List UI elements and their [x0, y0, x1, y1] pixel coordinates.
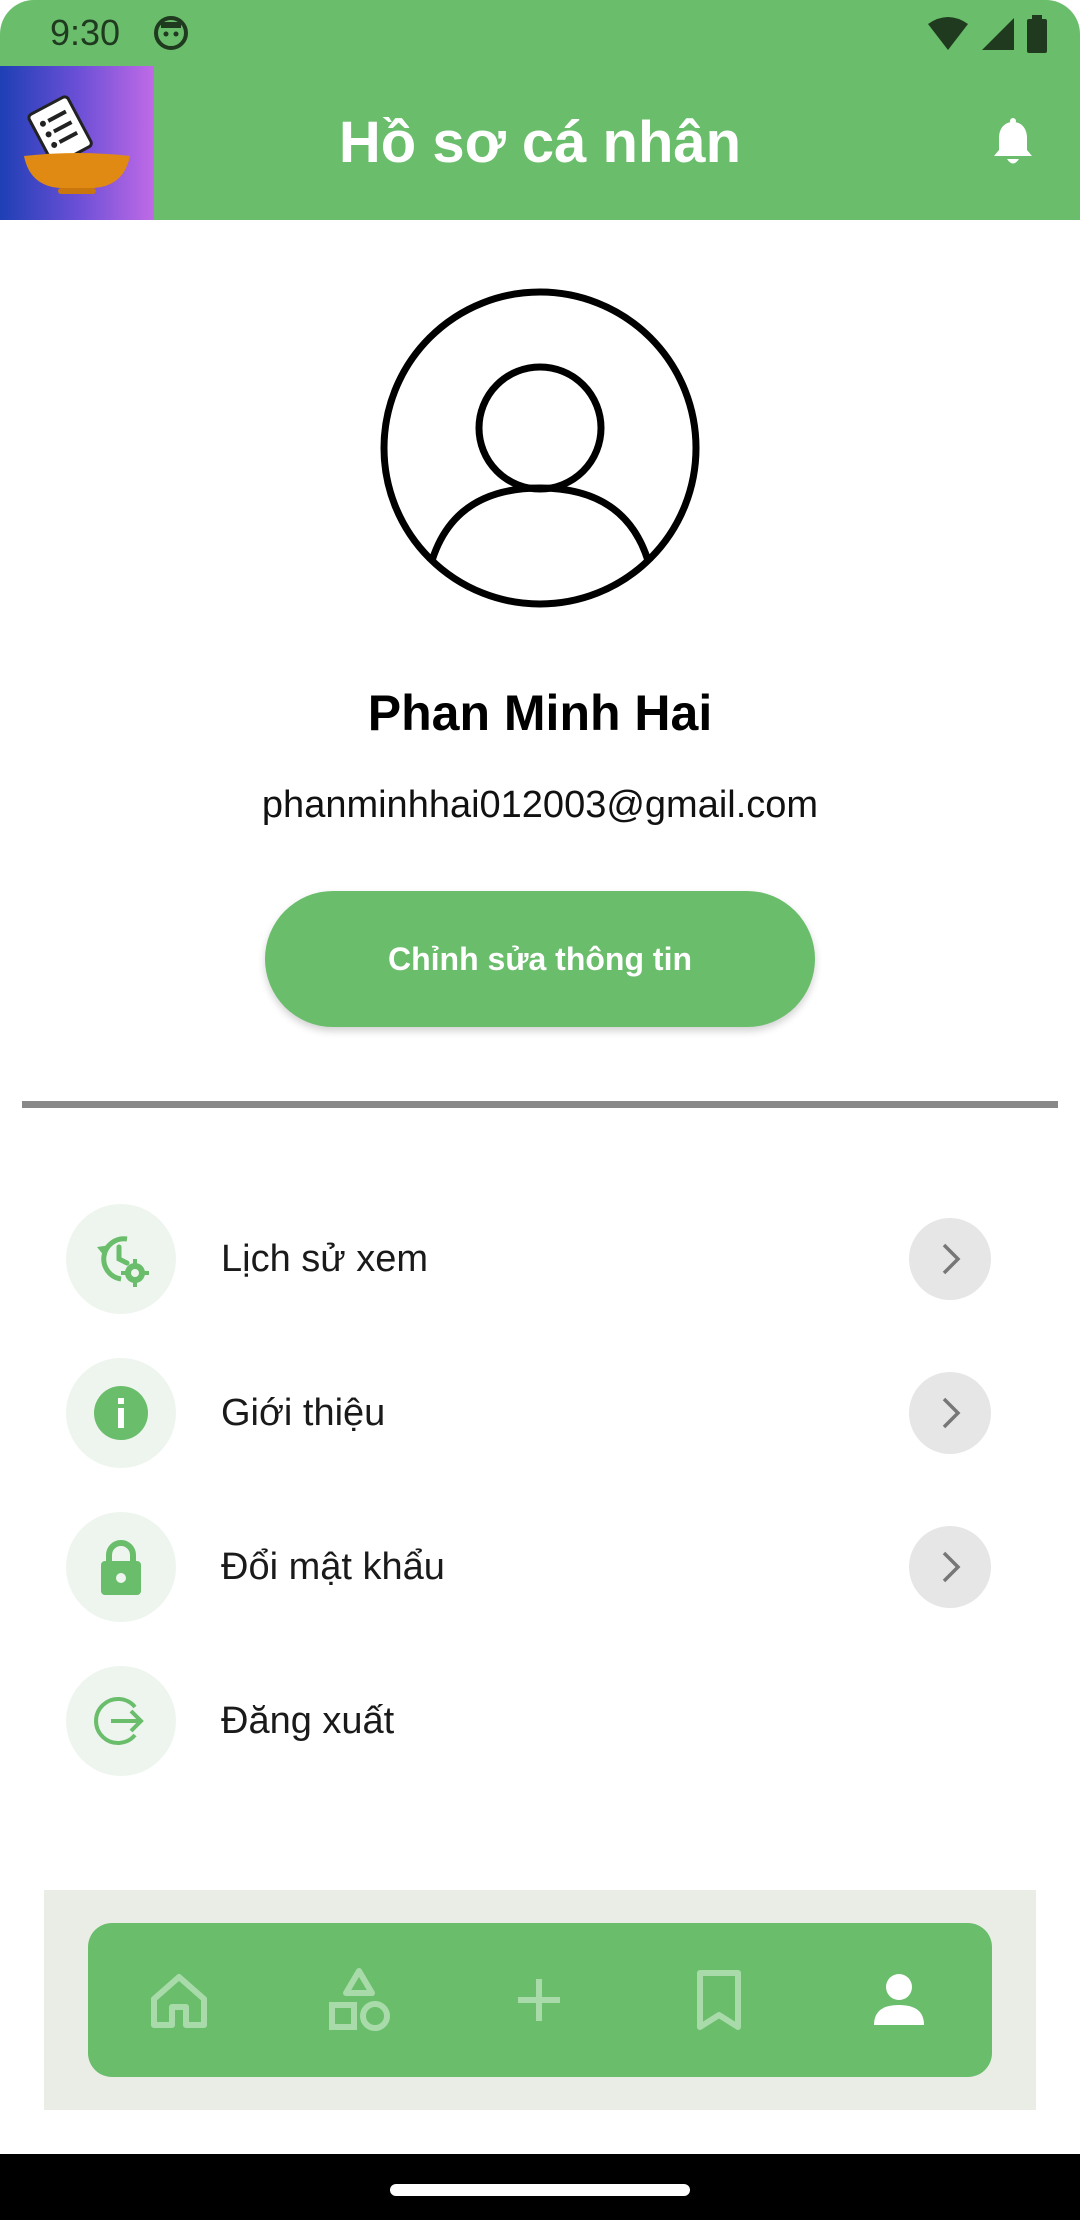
logout-icon — [94, 1697, 144, 1745]
user-circle-icon[interactable] — [380, 288, 700, 608]
chevron-shape — [942, 1397, 961, 1429]
menu-icon-bg — [66, 1666, 176, 1776]
status-time: 9:30 — [50, 12, 121, 53]
menu-item-change-password[interactable]: Đổi mật khẩu — [0, 1497, 1080, 1637]
menu-icon-bg — [66, 1204, 176, 1314]
chevron-shape — [942, 1551, 961, 1583]
menu-label: Giới thiệu — [221, 1392, 386, 1434]
menu-item-logout[interactable]: Đăng xuất — [0, 1651, 1080, 1791]
menu-label: Đăng xuất — [221, 1700, 395, 1742]
bell-icon[interactable] — [986, 116, 1040, 170]
nav-add[interactable] — [500, 1961, 578, 2039]
info-icon — [94, 1386, 148, 1440]
person-icon — [874, 1974, 924, 2025]
categories-icon — [329, 1968, 390, 2031]
page-title: Hồ sơ cá nhân — [338, 110, 742, 175]
app-bar: Hồ sơ cá nhân — [0, 66, 1080, 220]
menu-icon-bg — [66, 1512, 176, 1622]
add-icon — [518, 1979, 560, 2021]
menu-label: Đổi mật khẩu — [221, 1546, 445, 1588]
chevron-right-icon[interactable] — [909, 1372, 991, 1454]
chevron-shape — [942, 1243, 961, 1275]
android-face-icon — [154, 16, 188, 50]
home-gesture-handle[interactable] — [390, 2184, 690, 2196]
menu-icon-bg — [66, 1358, 176, 1468]
profile-name: Phan Minh Hai — [367, 685, 713, 741]
edit-profile-button[interactable]: Chỉnh sửa thông tin — [265, 891, 815, 1027]
nav-profile[interactable] — [860, 1961, 938, 2039]
profile-email: phanminhhai012003@gmail.com — [261, 784, 819, 826]
lock-icon — [101, 1540, 141, 1595]
nav-home[interactable] — [140, 1961, 218, 2039]
profile-screen: 9:30 Hồ sơ cá nhân Phan Minh Hai phanmin… — [0, 0, 1080, 2220]
menu-label: Lịch sử xem — [221, 1238, 429, 1280]
nav-categories[interactable] — [320, 1961, 398, 2039]
chevron-right-icon[interactable] — [909, 1218, 991, 1300]
recipe-bowl-logo — [24, 95, 130, 194]
signal-icon — [982, 18, 1014, 50]
battery-icon — [1027, 15, 1047, 53]
wifi-icon — [928, 17, 968, 50]
bottom-nav — [88, 1923, 992, 2077]
menu-item-history[interactable]: Lịch sử xem — [0, 1189, 1080, 1329]
status-bar: 9:30 — [0, 0, 1080, 66]
chevron-right-icon[interactable] — [909, 1526, 991, 1608]
app-logo[interactable] — [0, 66, 154, 220]
divider — [22, 1101, 1058, 1108]
home-icon — [151, 1974, 207, 2028]
status-icons — [926, 14, 1048, 54]
history-settings-icon — [97, 1236, 149, 1287]
system-navigation-bar — [0, 2154, 1080, 2220]
nav-bookmark[interactable] — [680, 1961, 758, 2039]
bookmark-icon — [697, 1970, 741, 2030]
menu-item-about[interactable]: Giới thiệu — [0, 1343, 1080, 1483]
